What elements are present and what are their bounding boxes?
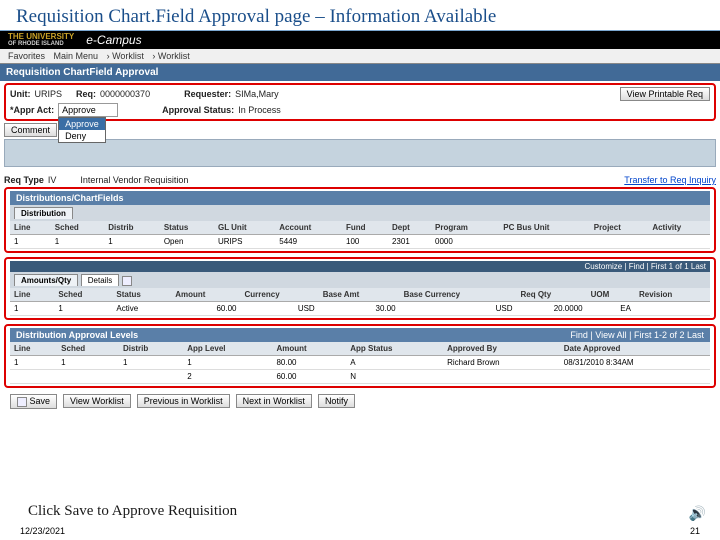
tab-details[interactable]: Details <box>81 274 119 286</box>
col-header: Req Qty <box>517 288 587 302</box>
col-header: Amount <box>272 342 346 356</box>
view-printable-button[interactable]: View Printable Req <box>620 87 710 101</box>
tab-distribution[interactable]: Distribution <box>14 207 73 219</box>
col-header: PC Bus Unit <box>499 221 589 235</box>
approval-status-label: Approval Status: <box>162 105 234 115</box>
save-button[interactable]: Save <box>10 394 57 409</box>
col-header: Sched <box>51 221 104 235</box>
distributions-annotation-box: Distributions/ChartFields Distribution L… <box>4 187 716 253</box>
header-annotation-box: Unit: URIPS Req: 0000000370 Requester: S… <box>4 83 716 121</box>
show-all-columns-icon[interactable] <box>122 276 132 286</box>
col-header: Line <box>10 288 54 302</box>
nav-worklist[interactable]: Worklist <box>112 51 144 61</box>
breadcrumb: Favorites Main Menu › Worklist › Worklis… <box>0 49 720 64</box>
req-type-label: Req Type <box>4 175 44 185</box>
col-header: App Status <box>346 342 443 356</box>
unit-value: URIPS <box>35 89 63 99</box>
col-header: GL Unit <box>214 221 275 235</box>
ecampus-logo: e-Campus <box>86 33 141 47</box>
col-header: Dept <box>388 221 431 235</box>
col-header: Currency <box>241 288 319 302</box>
table-row: 111180.00ARichard Brown08/31/2010 8:34AM <box>10 356 710 370</box>
comment-textarea[interactable] <box>4 139 716 167</box>
approval-levels-header: Distribution Approval Levels Find | View… <box>10 328 710 342</box>
table-row: 260.00N <box>10 370 710 384</box>
req-label: Req: <box>76 89 96 99</box>
col-header: Line <box>10 221 51 235</box>
transfer-to-req-inquiry-link[interactable]: Transfer to Req Inquiry <box>624 175 716 185</box>
view-worklist-button[interactable]: View Worklist <box>63 394 131 408</box>
distributions-table: LineSchedDistribStatusGL UnitAccountFund… <box>10 221 710 249</box>
col-header: Status <box>160 221 214 235</box>
approval-status-value: In Process <box>238 105 281 115</box>
requester-label: Requester: <box>184 89 231 99</box>
col-header: Activity <box>648 221 710 235</box>
unit-label: Unit: <box>10 89 31 99</box>
col-header: Approved By <box>443 342 560 356</box>
appr-act-select[interactable]: Approve <box>58 103 118 117</box>
previous-in-worklist-button[interactable]: Previous in Worklist <box>137 394 230 408</box>
req-type-code: IV <box>48 175 57 185</box>
line-details-gridbar: Customize | Find | First 1 of 1 Last <box>10 261 710 272</box>
comment-tab[interactable]: Comment <box>4 123 57 137</box>
col-header: Sched <box>54 288 112 302</box>
find-link[interactable]: Find | View All | <box>570 330 631 340</box>
req-value: 0000000370 <box>100 89 150 99</box>
speaker-icon: 🔊 <box>689 505 706 522</box>
col-header: Base Amt <box>319 288 400 302</box>
requester-value: SIMa,Mary <box>235 89 279 99</box>
col-header: Distrib <box>104 221 160 235</box>
table-row: 111OpenURIPS544910023010000 <box>10 235 710 249</box>
col-header: Sched <box>57 342 119 356</box>
option-deny[interactable]: Deny <box>59 130 105 142</box>
approval-levels-table: LineSchedDistribApp LevelAmountApp Statu… <box>10 342 710 384</box>
table-row: 11Active60.00USD30.00USD20.0000EA <box>10 302 710 316</box>
line-details-table: LineSchedStatusAmountCurrencyBase AmtBas… <box>10 288 710 316</box>
col-header: App Level <box>183 342 272 356</box>
col-header: Fund <box>342 221 388 235</box>
page-title: Requisition ChartField Approval <box>0 64 720 81</box>
col-header: Program <box>431 221 499 235</box>
col-header: Base Currency <box>400 288 517 302</box>
slide-caption: Click Save to Approve Requisition <box>28 503 237 520</box>
approval-levels-annotation-box: Distribution Approval Levels Find | View… <box>4 324 716 388</box>
slide-title: Requisition Chart.Field Approval page – … <box>0 0 720 31</box>
tab-amounts-qty[interactable]: Amounts/Qty <box>14 274 78 286</box>
page-footer-buttons: Save View Worklist Previous in Worklist … <box>4 390 716 413</box>
col-header: Status <box>112 288 171 302</box>
slide-date: 12/23/2021 <box>20 526 65 536</box>
slide-page-number: 21 <box>690 526 700 536</box>
col-header: Line <box>10 342 57 356</box>
notify-button[interactable]: Notify <box>318 394 355 408</box>
next-in-worklist-button[interactable]: Next in Worklist <box>236 394 312 408</box>
save-icon <box>17 397 27 407</box>
col-header: Project <box>590 221 649 235</box>
appr-act-dropdown-list: Approve Deny <box>58 117 106 143</box>
option-approve[interactable]: Approve <box>59 118 105 130</box>
col-header: Distrib <box>119 342 183 356</box>
line-details-annotation-box: Customize | Find | First 1 of 1 Last Amo… <box>4 257 716 320</box>
nav-favorites[interactable]: Favorites <box>8 51 45 61</box>
col-header: UOM <box>587 288 635 302</box>
col-header: Revision <box>635 288 710 302</box>
nav-worklist-leaf[interactable]: Worklist <box>158 51 190 61</box>
app-banner: THE UNIVERSITYOF RHODE ISLAND e-Campus <box>0 31 720 49</box>
req-type-desc: Internal Vendor Requisition <box>80 175 188 185</box>
col-header: Date Approved <box>560 342 710 356</box>
col-header: Account <box>275 221 342 235</box>
nav-main-menu[interactable]: Main Menu <box>54 51 99 61</box>
col-header: Amount <box>171 288 240 302</box>
appr-act-label: *Appr Act: <box>10 105 54 115</box>
university-logo: THE UNIVERSITYOF RHODE ISLAND <box>8 33 74 47</box>
distributions-header: Distributions/ChartFields <box>10 191 710 205</box>
